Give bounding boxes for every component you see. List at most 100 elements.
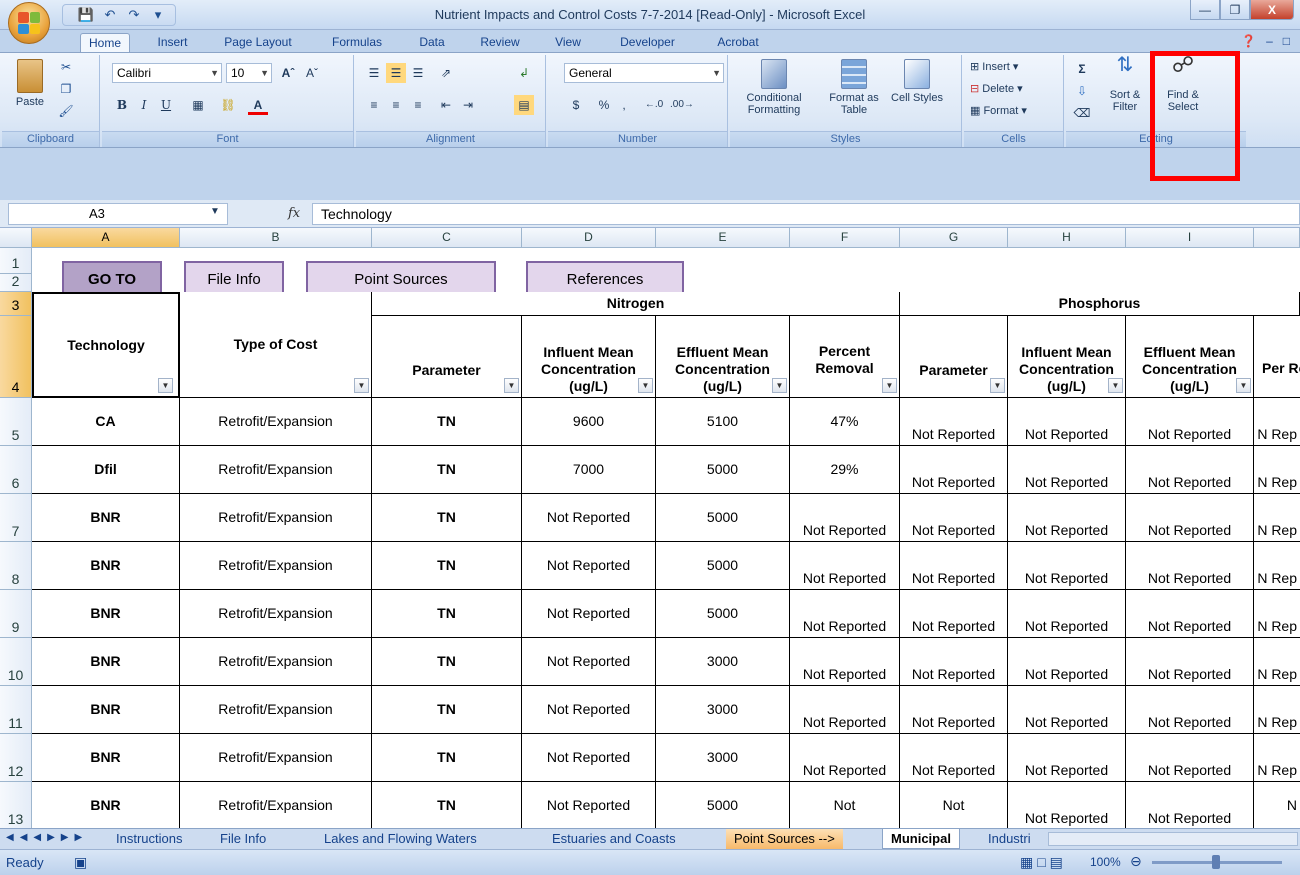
cell-n-percent[interactable]: Not Reported bbox=[790, 494, 900, 542]
cell-type-of-cost[interactable]: Retrofit/Expansion bbox=[180, 494, 372, 542]
sheet-tab-municipal[interactable]: Municipal bbox=[882, 829, 960, 849]
tab-developer[interactable]: Developer bbox=[610, 33, 685, 52]
font-color-icon[interactable]: A bbox=[248, 95, 268, 115]
cell-p-effluent[interactable]: Not Reported bbox=[1126, 398, 1254, 446]
cell-p-percent[interactable]: N Rep bbox=[1254, 494, 1300, 542]
increase-indent-icon[interactable]: ⇥ bbox=[458, 95, 478, 115]
conditional-formatting-button[interactable]: Conditional Formatting bbox=[734, 59, 814, 116]
macro-record-icon[interactable]: ▣ bbox=[74, 854, 87, 871]
office-button[interactable] bbox=[8, 2, 50, 44]
font-size-combo[interactable]: 10 ▼ bbox=[226, 63, 272, 83]
sheet-tab-lakes[interactable]: Lakes and Flowing Waters bbox=[316, 829, 485, 849]
decrease-decimal-icon[interactable]: .00→ bbox=[670, 95, 694, 115]
cell-type-of-cost[interactable]: Retrofit/Expansion bbox=[180, 398, 372, 446]
bold-icon[interactable]: B bbox=[112, 95, 132, 115]
cell-n-percent[interactable]: Not Reported bbox=[790, 734, 900, 782]
cell-n-effluent[interactable]: 3000 bbox=[656, 638, 790, 686]
cell-p-effluent[interactable]: Not Reported bbox=[1126, 542, 1254, 590]
align-right-icon[interactable]: ≡ bbox=[408, 95, 428, 115]
align-left-icon[interactable]: ≡ bbox=[364, 95, 384, 115]
cell-n-effluent[interactable]: 5100 bbox=[656, 398, 790, 446]
filter-dropdown-icon[interactable]: ▼ bbox=[638, 378, 653, 393]
copy-icon[interactable]: ❐ bbox=[58, 81, 74, 97]
filter-dropdown-icon[interactable]: ▼ bbox=[882, 378, 897, 393]
cell-p-percent[interactable]: N Rep bbox=[1254, 590, 1300, 638]
sheet-tab-point-sources[interactable]: Point Sources --> bbox=[726, 829, 843, 849]
cell-n-effluent[interactable]: 3000 bbox=[656, 734, 790, 782]
cell-n-effluent[interactable]: 5000 bbox=[656, 782, 790, 828]
row-header[interactable]: 10 bbox=[0, 638, 32, 686]
row-header[interactable]: 3 bbox=[0, 292, 32, 316]
cell-technology[interactable]: BNR bbox=[32, 542, 180, 590]
cell-type-of-cost[interactable]: Retrofit/Expansion bbox=[180, 542, 372, 590]
cell-p-parameter[interactable]: Not Reported bbox=[900, 398, 1008, 446]
cell-p-effluent[interactable]: Not Reported bbox=[1126, 590, 1254, 638]
cell-p-influent[interactable]: Not Reported bbox=[1008, 398, 1126, 446]
italic-icon[interactable]: I bbox=[134, 95, 154, 115]
cell-type-of-cost[interactable]: Retrofit/Expansion bbox=[180, 686, 372, 734]
align-bottom-icon[interactable]: ☰ bbox=[408, 63, 428, 83]
tab-home[interactable]: Home bbox=[80, 33, 130, 52]
cell-type-of-cost[interactable]: Retrofit/Expansion bbox=[180, 590, 372, 638]
row-header[interactable]: 2 bbox=[0, 273, 32, 292]
merge-center-icon[interactable]: ▤ bbox=[514, 95, 534, 115]
font-name-combo[interactable]: Calibri ▼ bbox=[112, 63, 222, 83]
sheet-tab-file-info[interactable]: File Info bbox=[212, 829, 274, 849]
cell-p-effluent[interactable]: Not Reported bbox=[1126, 734, 1254, 782]
insert-cells-button[interactable]: ⊞ Insert ▾ bbox=[970, 61, 1018, 73]
view-buttons-icon[interactable]: ▦□▤ bbox=[1020, 854, 1067, 871]
cell-n-percent[interactable]: Not Reported bbox=[790, 686, 900, 734]
cell-type-of-cost[interactable]: Retrofit/Expansion bbox=[180, 782, 372, 828]
cell-technology[interactable]: BNR bbox=[32, 782, 180, 828]
cell-type-of-cost[interactable]: Retrofit/Expansion bbox=[180, 446, 372, 494]
cell-n-parameter[interactable]: TN bbox=[372, 494, 522, 542]
cell-p-percent[interactable]: N Rep bbox=[1254, 542, 1300, 590]
cell-n-parameter[interactable]: TN bbox=[372, 590, 522, 638]
cut-icon[interactable]: ✂ bbox=[58, 59, 74, 75]
underline-icon[interactable]: U bbox=[156, 95, 176, 115]
close-button[interactable]: X bbox=[1250, 0, 1294, 20]
cell-p-effluent[interactable]: Not Reported bbox=[1126, 494, 1254, 542]
increase-decimal-icon[interactable]: ←.0 bbox=[644, 95, 664, 115]
tab-insert[interactable]: Insert bbox=[150, 33, 195, 52]
tab-data[interactable]: Data bbox=[412, 33, 452, 52]
name-box[interactable]: A3 bbox=[8, 203, 228, 225]
format-cells-button[interactable]: ▦ Format ▾ bbox=[970, 105, 1027, 117]
column-header-i[interactable]: I bbox=[1126, 228, 1254, 248]
wrap-text-icon[interactable]: ↲ bbox=[514, 63, 534, 83]
cell-n-effluent[interactable]: 5000 bbox=[656, 446, 790, 494]
cell-n-effluent[interactable]: 5000 bbox=[656, 542, 790, 590]
column-header-e[interactable]: E bbox=[656, 228, 790, 248]
cell-n-effluent[interactable]: 3000 bbox=[656, 686, 790, 734]
cell-n-percent[interactable]: 29% bbox=[790, 446, 900, 494]
ribbon-restore-icon[interactable]: □ bbox=[1283, 34, 1290, 48]
cell-n-influent[interactable]: Not Reported bbox=[522, 782, 656, 828]
maximize-button[interactable]: ❐ bbox=[1220, 0, 1250, 20]
orientation-icon[interactable]: ⇗ bbox=[436, 63, 456, 83]
column-header-f[interactable]: F bbox=[790, 228, 900, 248]
column-header-h[interactable]: H bbox=[1008, 228, 1126, 248]
align-center-icon[interactable]: ≡ bbox=[386, 95, 406, 115]
cell-technology[interactable]: BNR bbox=[32, 638, 180, 686]
cell-p-influent[interactable]: Not Reported bbox=[1008, 494, 1126, 542]
fill-icon[interactable]: ⇩ bbox=[1072, 81, 1092, 101]
minimize-button[interactable]: — bbox=[1190, 0, 1220, 20]
cell-p-parameter[interactable]: Not Reported bbox=[900, 686, 1008, 734]
cell-p-influent[interactable]: Not Reported bbox=[1008, 734, 1126, 782]
cell-n-parameter[interactable]: TN bbox=[372, 782, 522, 828]
cell-n-percent[interactable]: Not Reported bbox=[790, 590, 900, 638]
column-header-j[interactable] bbox=[1254, 228, 1300, 248]
cell-n-percent[interactable]: 47% bbox=[790, 398, 900, 446]
cell-technology[interactable]: BNR bbox=[32, 590, 180, 638]
filter-dropdown-icon[interactable]: ▼ bbox=[158, 378, 173, 393]
cell-n-percent[interactable]: Not bbox=[790, 782, 900, 828]
align-top-icon[interactable]: ☰ bbox=[364, 63, 384, 83]
cell-n-parameter[interactable]: TN bbox=[372, 398, 522, 446]
help-icon[interactable]: ❓ bbox=[1241, 34, 1256, 48]
fill-color-icon[interactable]: ⛓ bbox=[218, 95, 238, 115]
filter-dropdown-icon[interactable]: ▼ bbox=[1236, 378, 1251, 393]
cell-n-percent[interactable]: Not Reported bbox=[790, 542, 900, 590]
align-middle-icon[interactable]: ☰ bbox=[386, 63, 406, 83]
zoom-out-icon[interactable]: ⊖ bbox=[1130, 853, 1142, 870]
cell-n-effluent[interactable]: 5000 bbox=[656, 590, 790, 638]
